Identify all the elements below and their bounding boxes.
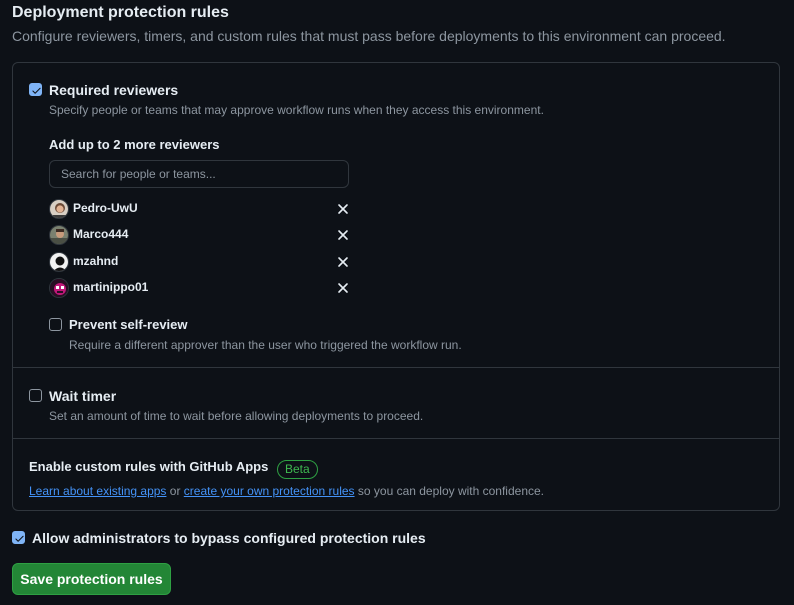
add-reviewers-label: Add up to 2 more reviewers bbox=[49, 137, 220, 152]
reviewer-item: Pedro-UwU bbox=[49, 198, 354, 220]
page-subtitle: Configure reviewers, timers, and custom … bbox=[12, 28, 726, 44]
create-protection-rules-link[interactable]: create your own protection rules bbox=[184, 484, 355, 498]
required-reviewers-label: Required reviewers bbox=[49, 82, 179, 98]
wait-timer-description: Set an amount of time to wait before all… bbox=[49, 409, 424, 423]
allow-admins-bypass-label: Allow administrators to bypass configure… bbox=[32, 530, 426, 546]
reviewer-item: mzahnd bbox=[49, 251, 354, 273]
required-reviewers-checkbox[interactable] bbox=[29, 83, 42, 96]
avatar bbox=[49, 199, 69, 219]
prevent-self-review-description: Require a different approver than the us… bbox=[69, 338, 462, 352]
reviewer-item: Marco444 bbox=[49, 224, 354, 246]
avatar bbox=[49, 278, 69, 298]
wait-timer-label: Wait timer bbox=[49, 388, 117, 404]
close-icon bbox=[338, 204, 348, 214]
deploy-confidence-text: so you can deploy with confidence. bbox=[354, 484, 544, 498]
beta-badge: Beta bbox=[277, 460, 318, 479]
reviewer-name: Marco444 bbox=[73, 227, 129, 241]
learn-existing-apps-link[interactable]: Learn about existing apps bbox=[29, 484, 166, 498]
reviewer-name: mzahnd bbox=[73, 254, 119, 268]
avatar bbox=[49, 252, 69, 272]
custom-rules-description: Learn about existing apps or create your… bbox=[29, 484, 544, 498]
custom-rules-title: Enable custom rules with GitHub Apps bbox=[29, 459, 269, 474]
save-protection-rules-button[interactable]: Save protection rules bbox=[12, 563, 171, 595]
avatar bbox=[49, 225, 69, 245]
checkmark-icon bbox=[32, 87, 41, 94]
protection-rules-box: Required reviewers Specify people or tea… bbox=[12, 62, 780, 511]
reviewer-name: Pedro-UwU bbox=[73, 201, 138, 215]
close-icon bbox=[338, 230, 348, 240]
page-title: Deployment protection rules bbox=[12, 4, 229, 21]
wait-timer-checkbox[interactable] bbox=[29, 389, 42, 402]
close-icon bbox=[338, 283, 348, 293]
or-text: or bbox=[166, 484, 184, 498]
close-icon bbox=[338, 257, 348, 267]
required-reviewers-description: Specify people or teams that may approve… bbox=[49, 103, 544, 117]
wait-timer-section: Wait timer Set an amount of time to wait… bbox=[13, 368, 779, 438]
prevent-self-review-checkbox[interactable] bbox=[49, 318, 62, 331]
reviewer-item: martinippo01 bbox=[49, 277, 354, 299]
required-reviewers-section: Required reviewers Specify people or tea… bbox=[13, 63, 779, 367]
remove-reviewer-button[interactable] bbox=[336, 255, 350, 269]
remove-reviewer-button[interactable] bbox=[336, 281, 350, 295]
allow-admins-bypass-checkbox[interactable] bbox=[12, 531, 25, 544]
checkmark-icon bbox=[15, 535, 24, 542]
remove-reviewer-button[interactable] bbox=[336, 228, 350, 242]
custom-rules-section: Enable custom rules with GitHub Apps Bet… bbox=[13, 439, 779, 511]
remove-reviewer-button[interactable] bbox=[336, 202, 350, 216]
reviewer-name: martinippo01 bbox=[73, 280, 149, 294]
reviewer-search-input[interactable] bbox=[49, 160, 349, 188]
prevent-self-review-label: Prevent self-review bbox=[69, 317, 188, 332]
